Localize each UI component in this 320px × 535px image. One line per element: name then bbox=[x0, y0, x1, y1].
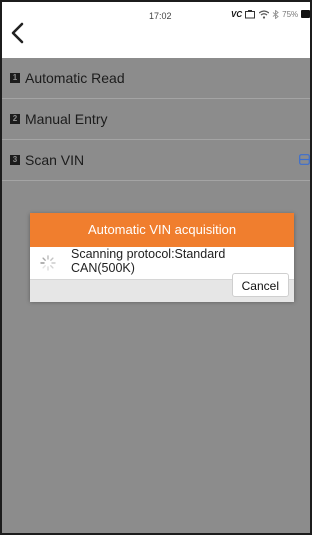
menu-item-scan-vin[interactable]: 3 Scan VIN bbox=[2, 140, 310, 181]
item-number-badge: 3 bbox=[10, 155, 20, 165]
back-button[interactable] bbox=[6, 18, 32, 48]
dialog-title: Automatic VIN acquisition bbox=[30, 213, 294, 247]
bluetooth-icon bbox=[272, 9, 279, 19]
menu-item-manual-entry[interactable]: 2 Manual Entry bbox=[2, 99, 310, 140]
menu-item-automatic-read[interactable]: 1 Automatic Read bbox=[2, 58, 310, 99]
loading-spinner-icon bbox=[40, 255, 56, 271]
dialog-footer: Cancel bbox=[30, 273, 294, 302]
battery-saver-icon bbox=[245, 9, 256, 18]
menu-item-label: Automatic Read bbox=[25, 70, 125, 86]
battery-icon bbox=[301, 10, 310, 18]
item-number-badge: 2 bbox=[10, 114, 20, 124]
dialog-message: Scanning protocol:Standard CAN(500K) bbox=[71, 247, 226, 275]
chevron-left-icon bbox=[11, 22, 24, 44]
device-frame: 17:02 VC 75% 1 Automatic Read 2 Manual E… bbox=[0, 0, 312, 535]
menu-item-label: Manual Entry bbox=[25, 111, 108, 127]
status-time: 17:02 bbox=[149, 11, 172, 21]
battery-percent: 75% bbox=[282, 9, 299, 19]
vci-icon: VC bbox=[231, 9, 243, 19]
menu-list: 1 Automatic Read 2 Manual Entry 3 Scan V… bbox=[2, 58, 310, 181]
vin-acquisition-dialog: Automatic VIN acquisition Scanning proto… bbox=[30, 213, 294, 302]
wifi-icon bbox=[259, 9, 270, 19]
top-bar: 17:02 VC 75% bbox=[2, 2, 310, 58]
cancel-button[interactable]: Cancel bbox=[231, 273, 289, 297]
status-icons: VC 75% bbox=[231, 7, 310, 21]
item-number-badge: 1 bbox=[10, 73, 20, 83]
scan-icon[interactable] bbox=[299, 154, 310, 165]
menu-item-label: Scan VIN bbox=[25, 152, 85, 168]
